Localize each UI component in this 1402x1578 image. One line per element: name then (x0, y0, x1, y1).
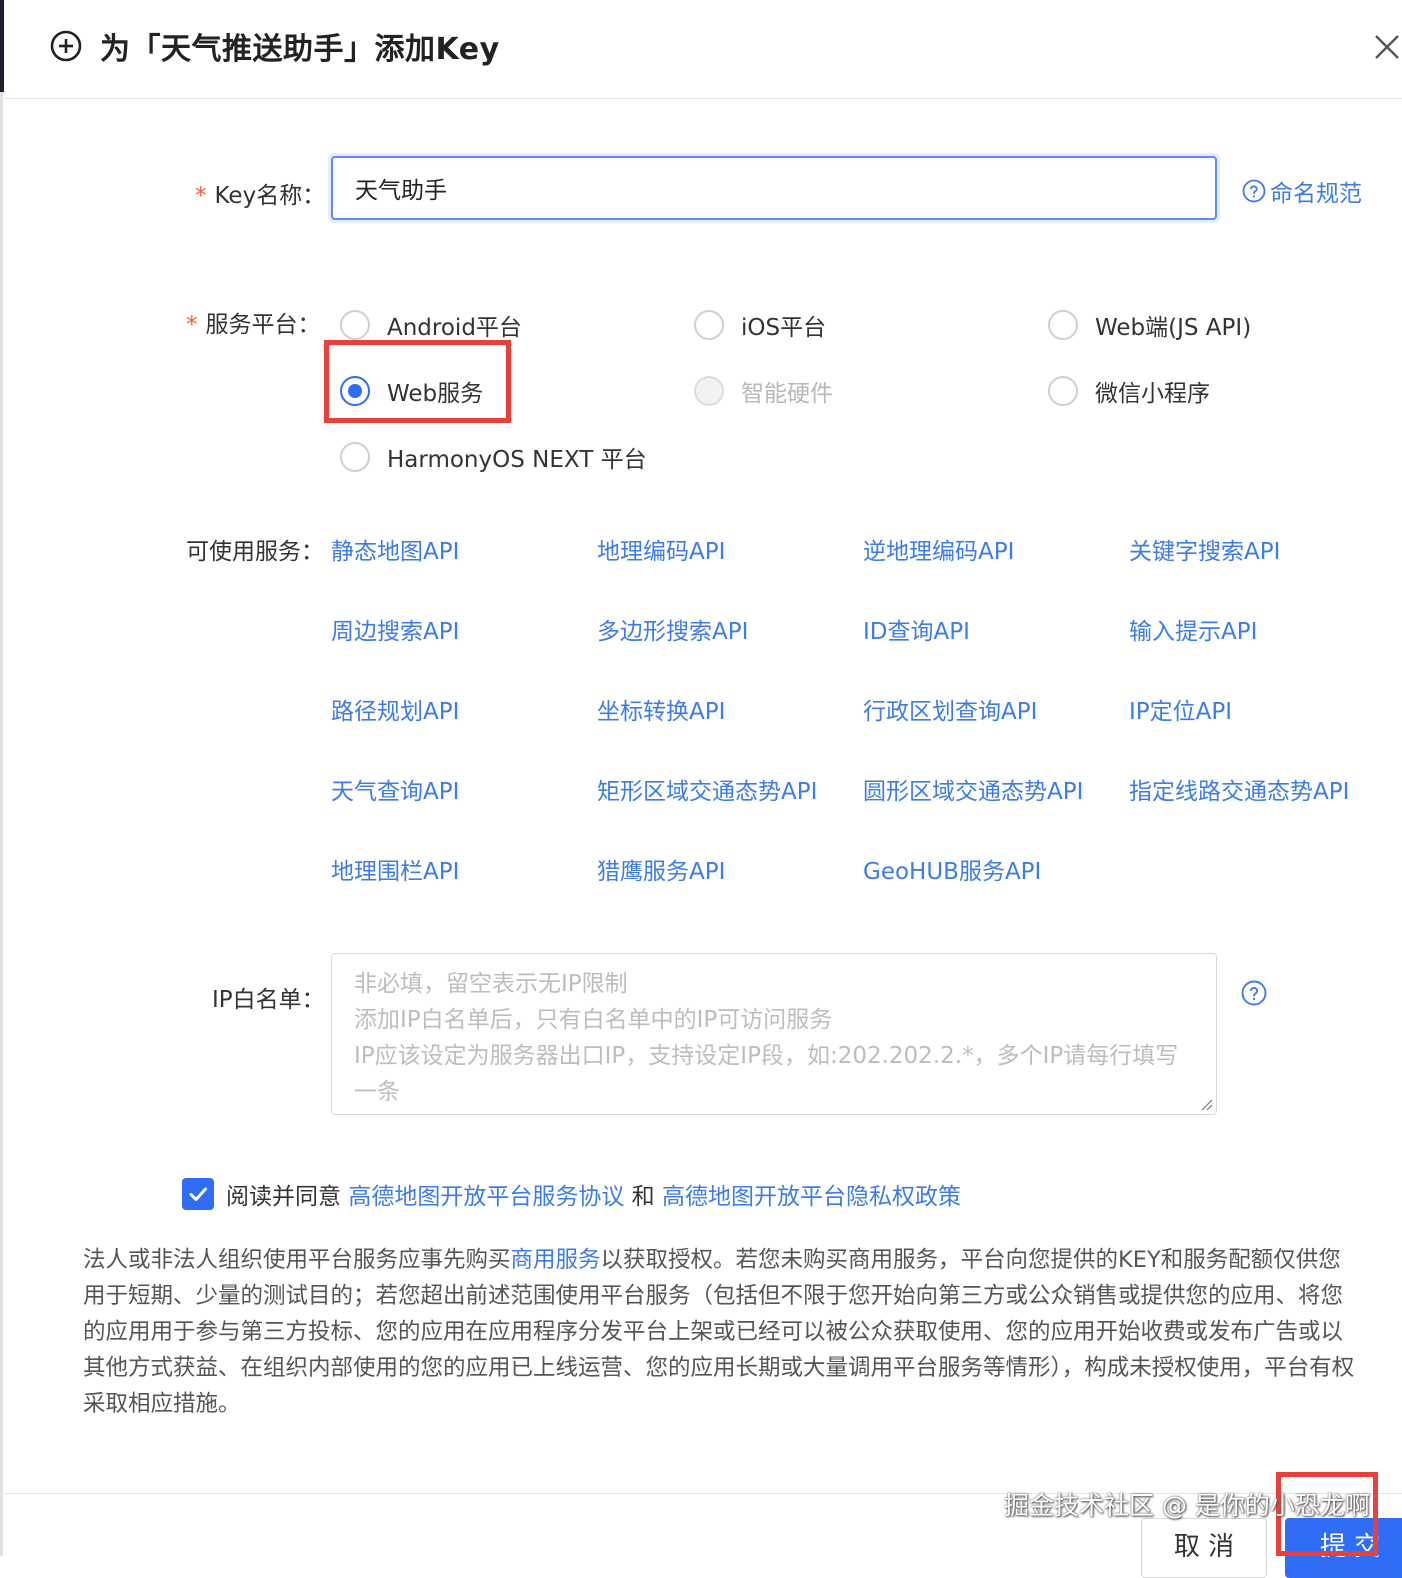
agreement-checkbox[interactable] (182, 1178, 214, 1210)
service-agreement-link[interactable]: 高德地图开放平台服务协议 (348, 1177, 624, 1211)
placeholder-line: IP应该设定为服务器出口IP，支持设定IP段，如:202.202.2.*，多个I… (354, 1043, 1179, 1069)
privacy-policy-link[interactable]: 高德地图开放平台隐私权政策 (662, 1177, 961, 1211)
left-edge-shadow (0, 92, 3, 1556)
commercial-service-link[interactable]: 商用服务 (511, 1247, 601, 1273)
radio-circle (340, 310, 370, 340)
service-link[interactable]: 坐标转换API (597, 692, 725, 726)
radio-circle (340, 442, 370, 472)
watermark-text: 掘金技术社区 @ 是你的小恐龙啊 (1004, 1491, 1370, 1520)
ip-whitelist-textarea[interactable]: 非必填，留空表示无IP限制 添加IP白名单后，只有白名单中的IP可访问服务 IP… (331, 953, 1217, 1115)
agreement-text: 阅读并同意 (226, 1184, 341, 1210)
radio-smart-hardware: 智能硬件 (694, 374, 833, 408)
service-link[interactable]: 猎鹰服务API (597, 852, 725, 886)
service-link[interactable]: 输入提示API (1129, 612, 1257, 646)
web-service-highlight-box (324, 340, 511, 423)
agreement-row: 阅读并同意 高德地图开放平台服务协议 和 高德地图开放平台隐私权政策 (182, 1177, 961, 1211)
service-link[interactable]: 地理编码API (597, 532, 725, 566)
radio-harmonyos-next[interactable]: HarmonyOS NEXT 平台 (340, 440, 647, 474)
ip-whitelist-label: IP白名单： (212, 987, 325, 1013)
service-link[interactable]: 周边搜索API (331, 612, 459, 646)
placeholder-line: 一条 (354, 1079, 400, 1105)
radio-circle-disabled (694, 376, 724, 406)
cancel-button[interactable]: 取 消 (1141, 1518, 1267, 1578)
service-link[interactable]: GeoHUB服务API (863, 852, 1041, 886)
service-link[interactable]: 静态地图API (331, 532, 459, 566)
resize-handle-icon[interactable] (1199, 1097, 1213, 1111)
service-link[interactable]: 矩形区域交通态势API (597, 772, 817, 806)
key-name-input[interactable] (331, 156, 1217, 220)
required-mark: * (186, 312, 198, 338)
authorization-notice: 法人或非法人组织使用平台服务应事先购买商用服务以获取授权。若您未购买商用服务，平… (83, 1247, 1355, 1417)
radio-ios[interactable]: iOS平台 (694, 308, 826, 342)
service-link[interactable]: 行政区划查询API (863, 692, 1037, 726)
service-link[interactable]: ID查询API (863, 612, 970, 646)
help-circle-icon (1242, 179, 1266, 203)
service-link[interactable]: 天气查询API (331, 772, 459, 806)
radio-circle (694, 310, 724, 340)
add-circle-icon (50, 30, 82, 62)
required-mark: * (195, 183, 207, 209)
service-link[interactable]: 地理围栏API (331, 852, 459, 886)
key-name-label: * Key名称： (195, 183, 326, 209)
service-link[interactable]: 圆形区域交通态势API (863, 772, 1083, 806)
agreement-and-text: 和 (631, 1184, 655, 1210)
close-icon[interactable] (1372, 30, 1402, 64)
service-link[interactable]: 逆地理编码API (863, 532, 1014, 566)
service-link[interactable]: IP定位API (1129, 692, 1232, 726)
help-circle-icon[interactable] (1241, 980, 1267, 1006)
dialog-title: 为「天气推送助手」添加Key (100, 32, 500, 67)
radio-android[interactable]: Android平台 (340, 308, 522, 342)
service-link[interactable]: 指定线路交通态势API (1129, 772, 1349, 806)
radio-circle (1048, 310, 1078, 340)
service-link[interactable]: 关键字搜索API (1129, 532, 1280, 566)
service-link[interactable]: 多边形搜索API (597, 612, 748, 646)
services-label: 可使用服务： (186, 539, 324, 565)
naming-rules-link[interactable]: 命名规范 (1242, 174, 1362, 208)
dialog-header: 为「天气推送助手」添加Key (0, 0, 1402, 99)
radio-wechat-miniprogram[interactable]: 微信小程序 (1048, 374, 1210, 408)
placeholder-line: 添加IP白名单后，只有白名单中的IP可访问服务 (354, 1007, 833, 1033)
platform-label: * 服务平台： (186, 312, 321, 338)
placeholder-line: 非必填，留空表示无IP限制 (354, 971, 628, 997)
check-icon (189, 1187, 207, 1201)
radio-web-js-api[interactable]: Web端(JS API) (1048, 308, 1251, 342)
radio-circle (1048, 376, 1078, 406)
service-link[interactable]: 路径规划API (331, 692, 459, 726)
